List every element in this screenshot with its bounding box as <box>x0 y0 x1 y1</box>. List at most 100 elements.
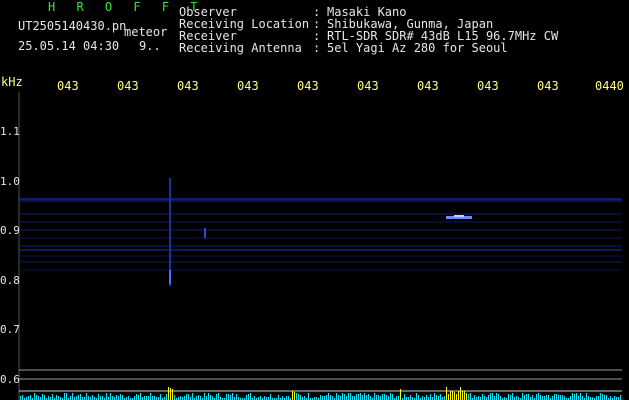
file-name: UT2505140430.pn <box>18 19 127 33</box>
spectrum-bar <box>320 395 321 400</box>
spectrum-bar <box>110 393 111 400</box>
spectrum-bar <box>598 396 599 400</box>
spectrum-bar <box>370 396 371 400</box>
spectrum-bar <box>604 395 605 400</box>
spectrum-bar <box>128 396 129 400</box>
spectrum-bar <box>120 394 121 400</box>
spectrum-bar <box>488 395 489 400</box>
spectrum-bar <box>436 395 437 400</box>
spectrum-bar <box>326 395 327 400</box>
date-time: 25.05.14 04:30 <box>18 39 120 53</box>
spectrum-bar <box>154 396 155 400</box>
spectrum-bar <box>418 395 419 400</box>
spectrum-bar <box>192 393 193 400</box>
spectrum-bar <box>366 395 367 400</box>
spectrum-bar <box>470 393 471 400</box>
spectrum-bar <box>374 393 375 400</box>
spectrum-bar <box>596 396 597 400</box>
spectrum-bar <box>236 394 237 400</box>
spectrum-bar <box>66 393 67 400</box>
spectrum-bar <box>430 394 431 400</box>
spectrum-bar <box>342 393 343 400</box>
spectrum-bar <box>246 395 247 400</box>
spectrum-bar <box>212 396 213 400</box>
spectrum-bar <box>512 393 513 400</box>
spectrum-bar <box>528 394 529 400</box>
spectrum-bar <box>620 395 621 400</box>
spectrum-bar <box>58 396 59 400</box>
spectrum-bar <box>494 396 495 400</box>
spectrum-bar <box>86 393 87 400</box>
spectrum-bar <box>582 396 583 400</box>
spectrum-bar <box>92 395 93 400</box>
spectrum-bar <box>48 396 49 400</box>
spectrum-bar <box>292 391 293 400</box>
spectrum-bar <box>286 396 287 400</box>
spectrum-bar <box>28 396 29 400</box>
spectrum-bar <box>496 393 497 400</box>
antenna-label: Receiving Antenna <box>179 41 302 55</box>
spectrum-bar <box>100 396 101 400</box>
spectrum-bar <box>614 396 615 400</box>
spectrum-bar <box>166 394 167 400</box>
spectrum-bar <box>174 395 175 400</box>
spectrum-bar <box>228 394 229 400</box>
spectrum-bar <box>300 395 301 400</box>
spectrum-bar <box>30 395 31 400</box>
spectrum-bar <box>196 396 197 400</box>
spectrum-bar <box>492 393 493 400</box>
spectrum-bar <box>448 394 449 400</box>
spectrum-bar <box>376 395 377 400</box>
spectrum-bar <box>438 396 439 400</box>
spectrum-bar <box>516 396 517 400</box>
spectrum-bar <box>260 396 261 400</box>
spectrum-bar <box>36 395 37 400</box>
x-tick: 043 <box>237 79 259 93</box>
spectrum-bar <box>606 395 607 400</box>
y-tick: 0.8 <box>0 274 20 287</box>
spectrum-bar <box>56 395 57 400</box>
spectrum-bar <box>552 396 553 400</box>
spectrum-bar <box>170 388 171 400</box>
spectrum-bar <box>208 393 209 400</box>
spectrum-bar <box>70 396 71 400</box>
spectrum-bar <box>160 394 161 400</box>
spectrum-bar <box>186 394 187 400</box>
spectrum-bar <box>350 393 351 400</box>
spectrum-bar <box>216 394 217 400</box>
spectrum-bar <box>118 396 119 400</box>
spectrum-bar <box>382 394 383 400</box>
spectrum-bar <box>98 394 99 400</box>
spectrum-bar <box>198 395 199 400</box>
spectrum-bar <box>360 393 361 400</box>
mode-label: meteor <box>124 25 168 39</box>
spectrum-bar <box>508 394 509 400</box>
spectrum-bar <box>210 395 211 400</box>
spectrum-bar <box>148 396 149 400</box>
spectrum-bar <box>364 393 365 400</box>
spectrum-bar <box>544 396 545 400</box>
spectrum-bar <box>204 393 205 400</box>
spectrum-bar <box>426 395 427 400</box>
spectrum-bar <box>578 396 579 400</box>
spectrum-bar <box>384 394 385 400</box>
spectrum-bar <box>600 393 601 400</box>
spectrum-bar <box>122 395 123 400</box>
spectrum-bar <box>188 394 189 400</box>
spectrum-bar <box>352 396 353 400</box>
spectrum-bar <box>348 393 349 400</box>
spectrum-bar <box>450 391 451 400</box>
spectrum-bar <box>490 393 491 400</box>
spectrum-bar <box>298 394 299 400</box>
spectrum-bar <box>180 396 181 400</box>
spectrum-bar <box>250 393 251 400</box>
spectrum-bar <box>526 394 527 400</box>
spectrum-bar <box>146 396 147 400</box>
spectrum-bar <box>140 393 141 400</box>
waterfall-spectrogram <box>18 92 622 400</box>
spectrum-bar <box>440 394 441 400</box>
spectrum-bar <box>354 396 355 400</box>
spectrum-bar <box>452 391 453 400</box>
spectrum-bar <box>264 396 265 400</box>
spectrum-bars <box>20 387 621 400</box>
